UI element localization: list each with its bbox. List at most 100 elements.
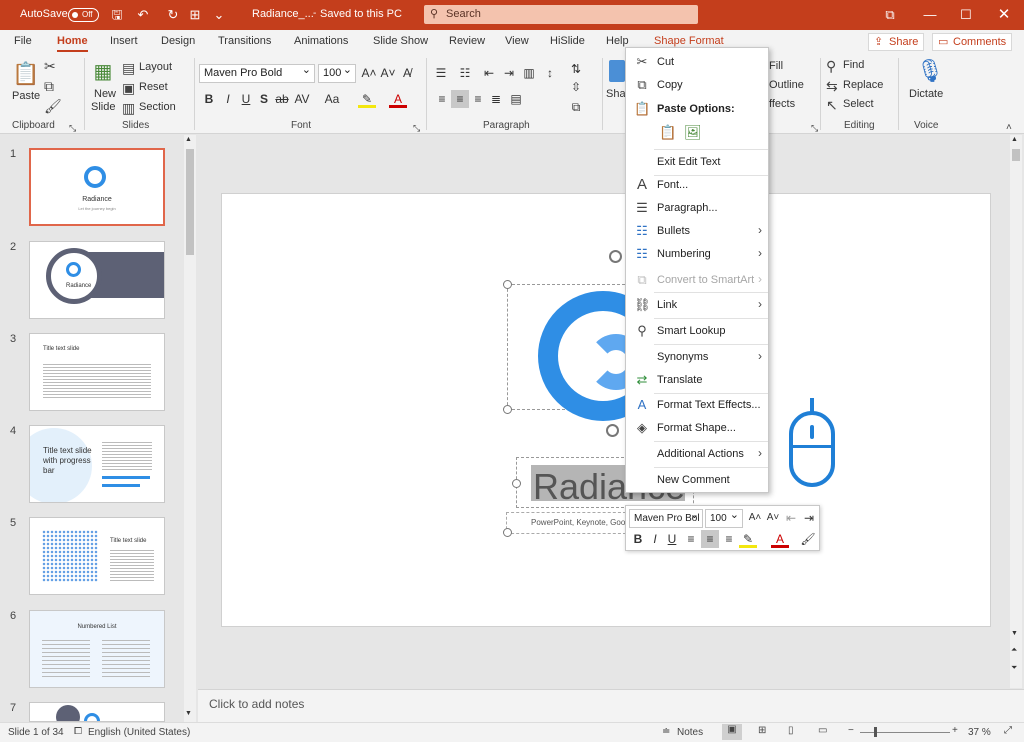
format-painter-icon[interactable]: 🖌	[799, 530, 817, 548]
find-button[interactable]: Find	[843, 59, 864, 71]
decrease-indent-icon[interactable]: ⇤	[782, 509, 800, 527]
menu-item-font[interactable]: A Font...	[626, 174, 768, 196]
tab-view[interactable]: View	[505, 35, 529, 47]
resize-handle[interactable]	[503, 528, 512, 537]
align-center-icon[interactable]: ≡	[701, 530, 719, 548]
menu-item-cut[interactable]: ✂ Cut	[626, 51, 768, 73]
resize-handle[interactable]	[512, 479, 521, 488]
increase-indent-icon[interactable]: ⇥	[500, 64, 518, 82]
clear-formatting-icon[interactable]: A̸	[398, 64, 416, 82]
align-center-icon[interactable]: ≡	[451, 90, 469, 108]
save-icon[interactable]: 🖫	[108, 6, 126, 24]
tab-insert[interactable]: Insert	[110, 35, 138, 47]
smartart-icon[interactable]: ⧉	[567, 98, 585, 116]
fit-to-window-icon[interactable]: ⤢	[1004, 725, 1012, 736]
mini-font-combo[interactable]: Maven Pro Bol	[629, 507, 703, 528]
shapes-icon[interactable]	[609, 60, 625, 82]
slide-thumbnail-4[interactable]: Title text slide with progress bar	[29, 425, 165, 503]
justify-icon[interactable]: ≣	[487, 90, 505, 108]
notes-pane[interactable]: Click to add notes	[198, 689, 1024, 722]
notes-icon[interactable]: ≐	[662, 726, 670, 737]
scroll-up-icon[interactable]: ▲	[185, 136, 192, 143]
redo-icon[interactable]: ↻	[164, 6, 182, 24]
tab-review[interactable]: Review	[449, 35, 485, 47]
font-size-combo[interactable]: 100	[318, 62, 356, 83]
zoom-in-icon[interactable]: +	[952, 725, 958, 736]
undo-icon[interactable]: ↶	[134, 6, 152, 24]
line-spacing-icon[interactable]: ↕	[541, 64, 559, 82]
layout-button[interactable]: Layout	[139, 61, 172, 73]
reading-view-icon[interactable]: ▯	[788, 725, 794, 736]
menu-item-link[interactable]: ⛓ Link ›	[626, 294, 768, 316]
distributed-icon[interactable]: ▤	[507, 90, 525, 108]
paste-icon[interactable]: 📋	[12, 60, 39, 88]
thumbnail-scrollbar[interactable]: ▲ ▼	[184, 135, 196, 722]
columns-icon[interactable]: ▥	[520, 64, 538, 82]
zoom-level[interactable]: 37 %	[968, 727, 991, 738]
decrease-indent-icon[interactable]: ⇤	[480, 64, 498, 82]
reset-button[interactable]: Reset	[139, 81, 168, 93]
customize-qat-icon[interactable]: ⌄	[210, 6, 228, 24]
tab-slide-show[interactable]: Slide Show	[373, 35, 428, 47]
menu-item-new-comment[interactable]: New Comment	[626, 469, 768, 491]
menu-item-bullets[interactable]: ☷ Bullets ›	[626, 220, 768, 242]
tab-hislide[interactable]: HiSlide	[550, 35, 585, 47]
align-right-icon[interactable]: ≡	[720, 530, 738, 548]
paste-button[interactable]: Paste	[12, 90, 40, 102]
decrease-font-icon[interactable]: A˅	[379, 64, 397, 82]
font-color-icon[interactable]: A	[771, 530, 789, 548]
align-right-icon[interactable]: ≡	[469, 90, 487, 108]
scrollbar-thumb[interactable]	[1012, 149, 1020, 161]
tab-transitions[interactable]: Transitions	[218, 35, 271, 47]
decrease-font-icon[interactable]: A˅	[764, 509, 782, 527]
present-icon[interactable]: ⊞	[186, 6, 204, 24]
close-button[interactable]: ✕	[984, 0, 1024, 30]
resize-handle[interactable]	[503, 405, 512, 414]
slide-thumbnail-3[interactable]: Title text slide	[29, 333, 165, 411]
dialog-launcher-icon[interactable]: ⤡	[413, 120, 420, 136]
menu-item-copy[interactable]: ⧉ Copy	[626, 74, 768, 96]
format-painter-icon[interactable]: 🖌	[44, 98, 62, 114]
normal-view-icon[interactable]: ▣	[722, 724, 742, 740]
tab-file[interactable]: File	[14, 35, 32, 47]
scroll-up-icon[interactable]: ▲	[1011, 136, 1018, 143]
paste-keep-source-icon[interactable]: 📋	[659, 124, 677, 142]
align-left-icon[interactable]: ≡	[433, 90, 451, 108]
italic-icon[interactable]: I	[219, 90, 237, 108]
search-box[interactable]: ⚲ Search	[424, 5, 698, 24]
select-button[interactable]: Select	[843, 98, 874, 110]
rotate-handle[interactable]	[606, 424, 619, 437]
menu-item-numbering[interactable]: ☷ Numbering ›	[626, 243, 768, 265]
resize-handle[interactable]	[503, 280, 512, 289]
menu-item-format-text-effects[interactable]: A Format Text Effects...	[626, 394, 768, 416]
menu-item-synonyms[interactable]: Synonyms ›	[626, 346, 768, 368]
slideshow-icon[interactable]: ▭	[818, 725, 827, 736]
text-direction-icon[interactable]: ⇅	[567, 60, 585, 78]
shape-outline-button[interactable]: Outline	[769, 79, 804, 91]
new-slide-icon[interactable]: ▦	[91, 60, 115, 84]
italic-icon[interactable]: I	[646, 530, 664, 548]
change-case-icon[interactable]: Aa	[323, 90, 341, 108]
menu-item-additional-actions[interactable]: Additional Actions ›	[626, 443, 768, 465]
align-text-icon[interactable]: ⇳	[567, 78, 585, 96]
dialog-launcher-icon[interactable]: ⤡	[69, 120, 76, 136]
bullets-icon[interactable]: ☰	[432, 64, 450, 82]
ribbon-display-icon[interactable]: ⧉	[870, 0, 910, 30]
highlight-icon[interactable]: ✎	[739, 530, 757, 548]
tab-design[interactable]: Design	[161, 35, 195, 47]
shape-fill-button[interactable]: Fill	[769, 60, 783, 72]
slide-thumbnail-7[interactable]	[29, 702, 165, 722]
dialog-launcher-icon[interactable]: ⤡	[811, 120, 818, 136]
comments-button[interactable]: ▭ Comments	[932, 33, 1012, 51]
section-button[interactable]: Section	[139, 101, 176, 113]
previous-slide-icon[interactable]: ⏶	[1011, 645, 1017, 655]
slide-thumbnail-6[interactable]: Numbered List	[29, 610, 165, 688]
paste-picture-icon[interactable]: 🖼	[684, 124, 702, 142]
scroll-down-icon[interactable]: ▼	[185, 710, 192, 717]
bold-icon[interactable]: B	[200, 90, 218, 108]
menu-item-exit-edit-text[interactable]: Exit Edit Text	[626, 151, 768, 173]
tab-help[interactable]: Help	[606, 35, 629, 47]
autosave-toggle[interactable]: Off	[68, 8, 99, 22]
numbering-icon[interactable]: ☷	[456, 64, 474, 82]
menu-item-translate[interactable]: ⇄ Translate	[626, 369, 768, 391]
